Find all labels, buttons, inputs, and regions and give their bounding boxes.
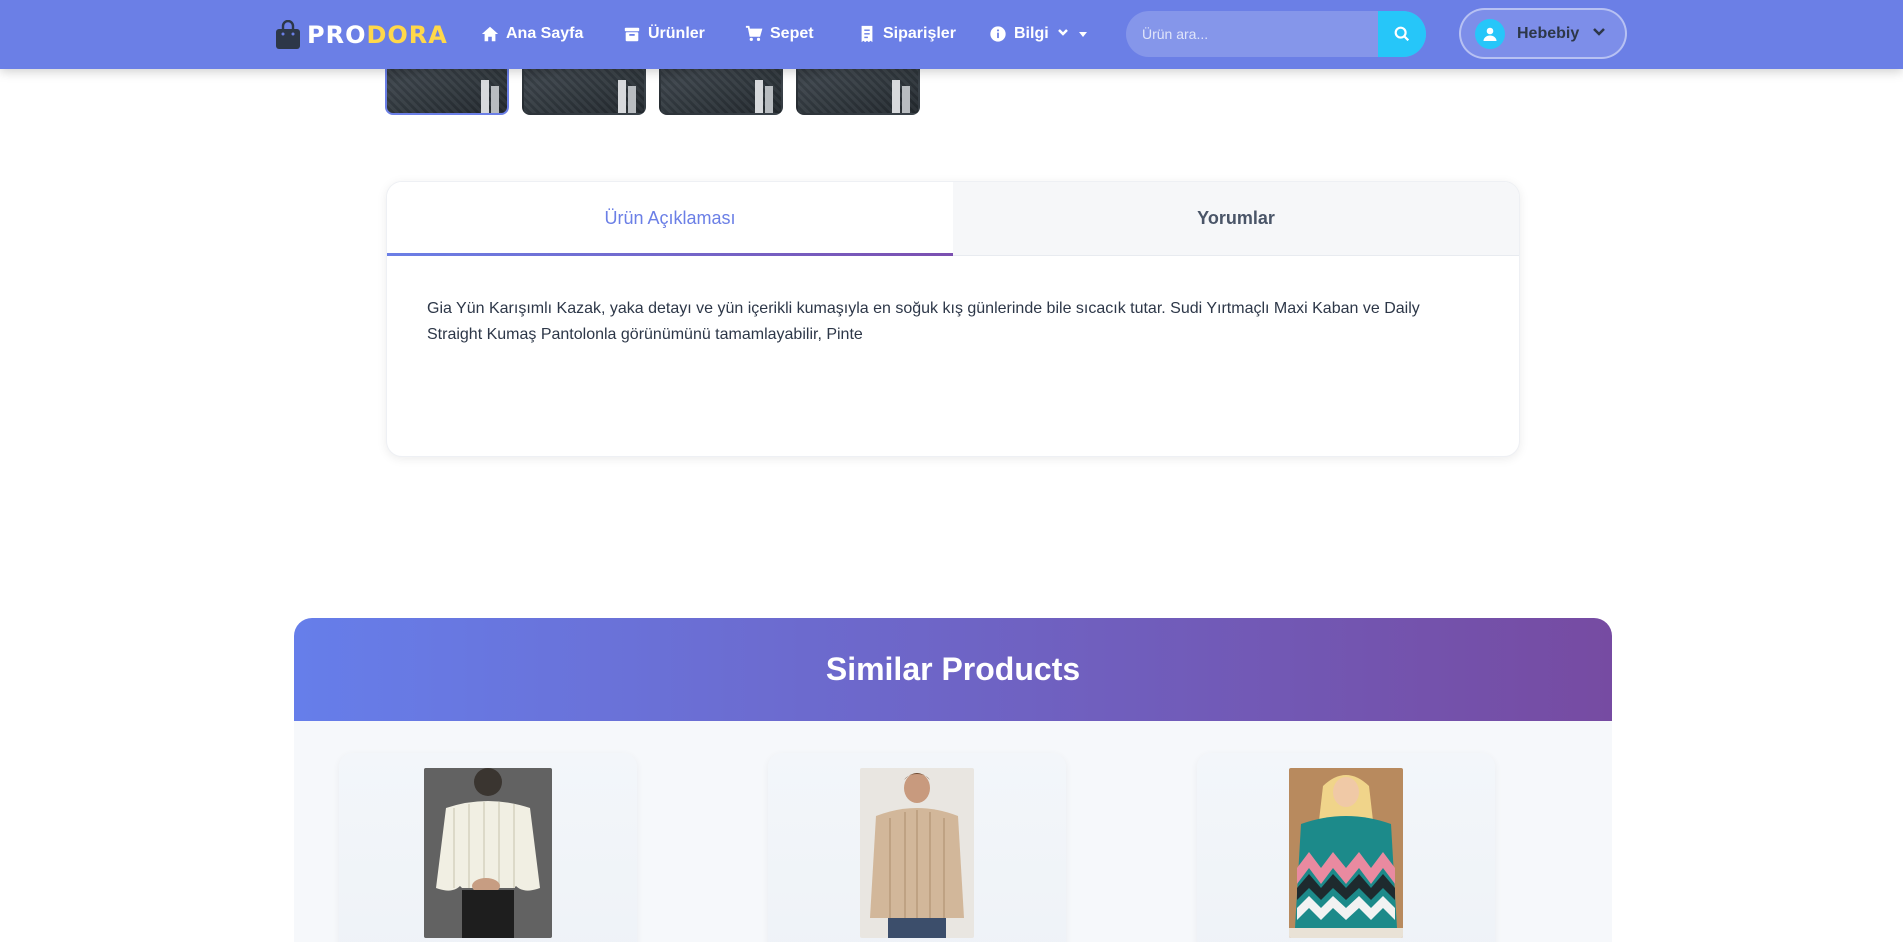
navbar: PRODORA Ana Sayfa Ürünler Sepet Siparişl… <box>0 0 1903 69</box>
cart-icon <box>745 25 763 42</box>
receipt-icon <box>861 25 873 43</box>
box-icon <box>624 27 640 42</box>
nav-cart[interactable]: Sepet <box>745 22 814 46</box>
nav-products-label: Ürünler <box>648 25 705 42</box>
brand-name-part1: PRO <box>307 21 367 49</box>
product-description: Gia Yün Karışımlı Kazak, yaka detayı ve … <box>427 300 1420 343</box>
product-card[interactable] <box>1197 753 1495 942</box>
shopping-bag-icon <box>276 20 300 49</box>
section-title: Similar Products <box>825 651 1081 687</box>
tab-bar: Ürün Açıklaması Yorumlar <box>387 182 1519 256</box>
similar-products-header: Similar Products <box>294 618 1612 721</box>
nav-products[interactable]: Ürünler <box>623 22 705 46</box>
home-icon <box>481 26 499 42</box>
brand-name-part2: DORA <box>366 21 448 49</box>
tab-reviews[interactable]: Yorumlar <box>953 182 1519 255</box>
product-card[interactable] <box>768 753 1066 942</box>
search-input[interactable] <box>1126 11 1378 57</box>
search-bar <box>1126 11 1426 57</box>
nav-orders[interactable]: Siparişler <box>858 22 956 46</box>
nav-orders-label: Siparişler <box>883 25 956 42</box>
search-button[interactable] <box>1378 11 1426 57</box>
brand-name: PRODORA <box>307 21 448 49</box>
user-name: Hebebiy <box>1517 24 1580 42</box>
caret-down-icon <box>1078 31 1087 37</box>
tab-description[interactable]: Ürün Açıklaması <box>387 182 953 256</box>
nav-home[interactable]: Ana Sayfa <box>481 22 583 46</box>
user-menu-button[interactable]: Hebebiy <box>1459 8 1627 59</box>
product-image <box>860 768 974 938</box>
similar-products-section: Similar Products <box>294 618 1612 942</box>
info-icon <box>990 26 1006 42</box>
nav-info-dropdown[interactable]: Bilgi <box>989 22 1087 46</box>
search-icon <box>1394 26 1410 42</box>
nav-info-label: Bilgi <box>1014 25 1049 42</box>
brand-logo[interactable]: PRODORA <box>275 18 448 52</box>
product-info-card: Ürün Açıklaması Yorumlar Gia Yün Karışım… <box>386 181 1520 457</box>
nav-cart-label: Sepet <box>770 25 814 42</box>
product-image <box>1289 768 1403 938</box>
avatar <box>1475 18 1505 49</box>
nav-home-label: Ana Sayfa <box>506 25 584 42</box>
chevron-down-icon <box>1056 25 1070 44</box>
product-image <box>424 768 552 938</box>
chevron-down-icon <box>1591 23 1607 44</box>
product-card[interactable] <box>339 753 637 942</box>
user-icon <box>1483 27 1497 41</box>
